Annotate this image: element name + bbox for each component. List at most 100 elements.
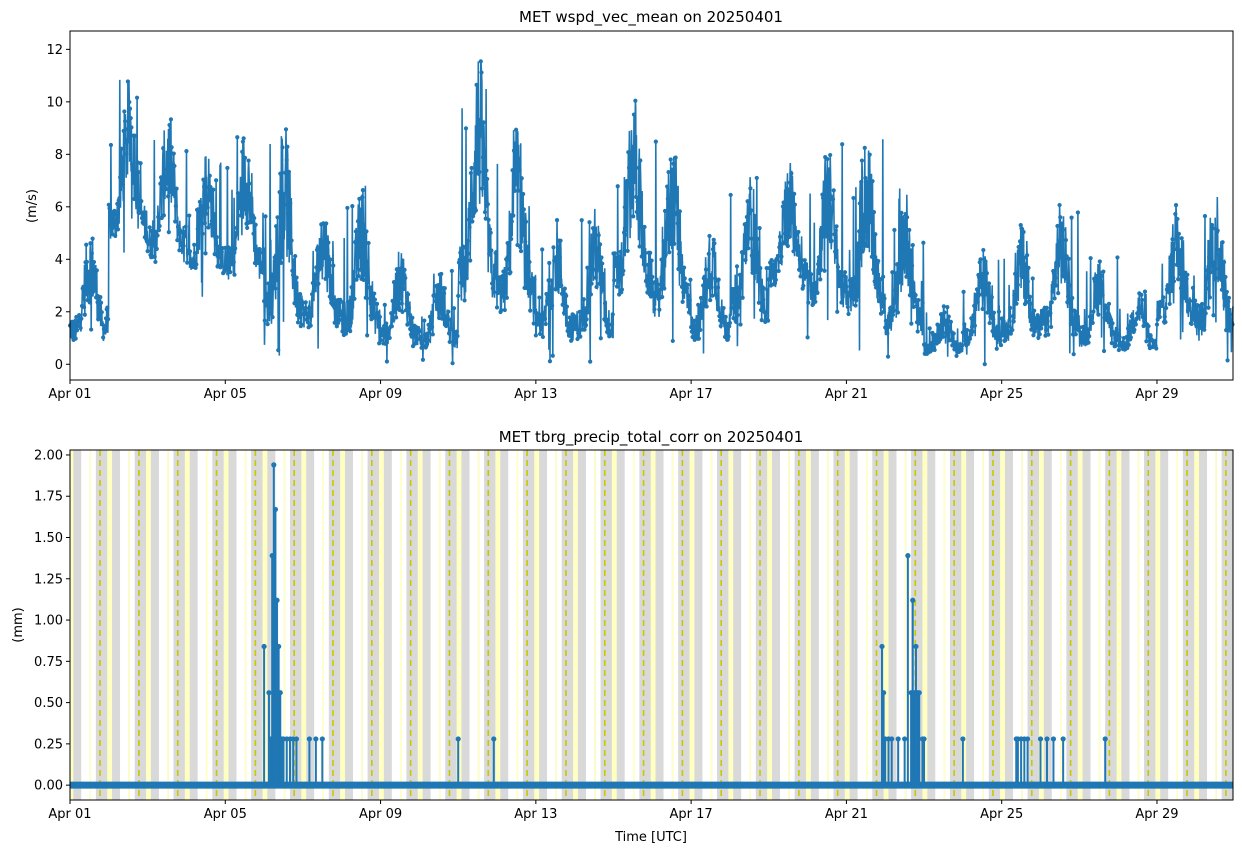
- wind-speed-point: [868, 219, 873, 225]
- wind-speed-point: [621, 268, 626, 273]
- wind-speed-point: [962, 322, 967, 327]
- wind-speed-point: [552, 255, 558, 260]
- wind-speed-point: [892, 227, 897, 233]
- wind-speed-point: [540, 247, 545, 252]
- wind-speed-point: [161, 213, 166, 218]
- wind-speed-point: [333, 320, 339, 325]
- wind-speed-point: [899, 210, 904, 215]
- wind-speed-point: [474, 82, 479, 87]
- precip-point: [1060, 736, 1066, 742]
- wind-speed-point: [1099, 273, 1104, 278]
- wind-speed-point: [513, 127, 519, 132]
- wind-speed-point: [631, 112, 637, 117]
- wind-speed-point: [1044, 327, 1049, 333]
- twilight-band: [650, 450, 653, 800]
- wind-speed-point: [1148, 333, 1153, 338]
- wind-speed-point: [637, 244, 642, 249]
- wind-speed-point: [185, 260, 190, 265]
- wind-speed-point: [734, 319, 739, 325]
- wind-speed-point: [487, 251, 492, 257]
- x-tick-label: Apr 21: [825, 807, 868, 822]
- wind-speed-point: [607, 332, 613, 338]
- wind-speed-point: [540, 334, 546, 340]
- wind-speed-point: [290, 272, 296, 278]
- wind-speed-point: [545, 301, 550, 306]
- wind-speed-point: [833, 228, 838, 233]
- wind-speed-point: [240, 149, 245, 154]
- wind-speed-point: [351, 269, 356, 275]
- wind-speed-point: [614, 255, 619, 260]
- precip-point: [902, 736, 908, 742]
- day-band: [197, 450, 206, 800]
- wind-speed-point: [120, 182, 126, 187]
- wind-speed-point: [1062, 268, 1067, 273]
- wind-speed-point: [996, 309, 1001, 314]
- wind-speed-point: [132, 196, 137, 202]
- wind-speed-point: [789, 171, 794, 176]
- wind-speed-point: [433, 299, 438, 304]
- wind-speed-point: [285, 144, 290, 149]
- day-band: [1216, 450, 1222, 800]
- wind-speed-point: [1023, 262, 1028, 267]
- wind-speed-point: [787, 180, 793, 185]
- wind-speed-point: [1094, 273, 1099, 279]
- wind-speed-point: [1029, 323, 1035, 328]
- wind-speed-point: [187, 249, 193, 254]
- wind-speed-point: [391, 280, 397, 285]
- wind-speed-point: [505, 240, 510, 246]
- wind-speed-point: [327, 294, 332, 299]
- wind-speed-point: [398, 287, 403, 292]
- wind-speed-point: [1100, 293, 1105, 298]
- wind-speed-point: [998, 342, 1004, 348]
- wind-speed-point: [965, 327, 970, 333]
- wind-speed-point: [457, 257, 462, 262]
- wind-speed-point: [194, 262, 199, 267]
- wind-speed-point: [785, 186, 790, 191]
- wind-speed-point: [409, 334, 414, 339]
- wind-speed-point: [652, 307, 657, 312]
- wind-speed-point: [1099, 280, 1105, 285]
- wind-speed-point: [906, 258, 911, 264]
- wind-speed-point: [1016, 244, 1021, 250]
- wind-speed-point: [1059, 221, 1064, 226]
- wind-speed-point: [329, 278, 334, 283]
- day-band: [158, 450, 168, 800]
- wind-speed-point: [830, 197, 836, 202]
- wind-speed-point: [308, 323, 313, 328]
- wind-speed-point: [1106, 301, 1112, 306]
- wind-speed-point: [839, 300, 844, 305]
- wind-speed-point: [440, 304, 445, 310]
- day-band: [702, 450, 711, 800]
- twilight-band: [594, 450, 596, 800]
- wind-speed-point: [122, 119, 128, 124]
- wind-speed-point: [808, 276, 813, 281]
- wind-speed-point: [449, 268, 454, 274]
- wind-speed-point: [323, 276, 328, 281]
- wind-speed-point: [556, 244, 561, 250]
- wind-speed-point: [214, 235, 219, 240]
- wind-speed-point: [627, 179, 632, 184]
- wind-speed-point: [361, 277, 366, 283]
- wind-speed-point: [712, 241, 717, 246]
- wind-speed-point: [264, 291, 270, 297]
- wind-speed-point: [559, 283, 564, 288]
- wind-speed-point: [894, 271, 899, 276]
- wind-speed-point: [949, 337, 954, 343]
- wind-speed-point: [366, 240, 371, 246]
- wind-speed-point: [732, 287, 737, 292]
- wind-speed-point: [865, 180, 870, 185]
- wind-speed-point: [405, 292, 411, 297]
- wind-speed-point: [872, 279, 877, 284]
- wind-speed-point: [628, 150, 633, 155]
- wind-speed-point: [787, 234, 792, 240]
- wind-speed-point: [345, 299, 351, 304]
- wind-speed-point: [1135, 311, 1140, 316]
- wind-speed-point: [710, 247, 716, 252]
- night-band: [112, 450, 121, 800]
- wind-speed-point: [909, 321, 914, 326]
- wind-speed-point: [206, 225, 211, 230]
- wind-speed-point: [348, 312, 354, 317]
- wind-speed-point: [835, 264, 841, 270]
- wind-speed-point: [993, 329, 998, 334]
- precip-point: [266, 690, 272, 696]
